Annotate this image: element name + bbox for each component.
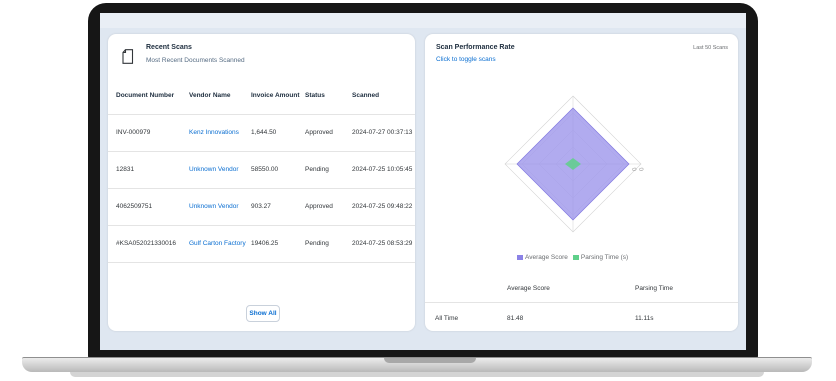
vendor-link[interactable]: Gulf Carton Factory <box>189 225 251 263</box>
legend-swatch <box>572 254 579 260</box>
legend-label: Average Score <box>525 254 568 261</box>
metric-parsing-time-value: 11.11s <box>635 315 654 322</box>
document-number-cell: INV-000979 <box>108 114 189 152</box>
top-strip <box>100 13 746 28</box>
show-all-button[interactable]: Show All <box>246 305 280 322</box>
performance-radar-chart[interactable]: 0 0 <box>498 90 648 238</box>
status-cell: Pending <box>305 151 352 189</box>
column-header-vendor-name: Vendor Name <box>189 76 251 115</box>
document-icon <box>122 49 134 64</box>
status-cell: Approved <box>305 188 352 226</box>
invoice-amount-cell: 19406.25 <box>251 225 305 263</box>
scan-performance-card: Scan Performance Rate Click to toggle sc… <box>425 34 738 331</box>
column-header-scanned: Scanned <box>352 76 415 115</box>
last-scans-tag: Last 50 Scans <box>693 45 728 51</box>
legend-label: Parsing Time (s) <box>580 254 629 261</box>
scanned-cell: 2024-07-27 00:37:13 <box>352 114 415 152</box>
metrics-divider <box>425 302 738 303</box>
column-header-invoice-amount: Invoice Amount <box>251 76 305 115</box>
table-row[interactable]: #KSA052021330016 Gulf Carton Factory 194… <box>108 225 415 263</box>
table-header-row: Document Number Vendor Name Invoice Amou… <box>108 76 415 115</box>
column-header-document-number: Document Number <box>108 76 189 115</box>
vendor-link[interactable]: Unknown Vendor <box>189 188 251 226</box>
laptop-foot <box>70 372 764 377</box>
laptop-base <box>22 357 812 372</box>
scanned-cell: 2024-07-25 08:53:29 <box>352 225 415 263</box>
scanned-cell: 2024-07-25 09:48:22 <box>352 188 415 226</box>
table-row[interactable]: 4062509751 Unknown Vendor 903.27 Approve… <box>108 188 415 226</box>
scanned-cell: 2024-07-25 10:05:45 <box>352 151 415 189</box>
invoice-amount-cell: 903.27 <box>251 188 305 226</box>
recent-scans-card: Recent Scans Most Recent Documents Scann… <box>108 34 415 331</box>
document-number-cell: 4062509751 <box>108 188 189 226</box>
table-row[interactable]: 12831 Unknown Vendor 58550.00 Pending 20… <box>108 151 415 189</box>
metric-average-score-value: 81.48 <box>507 315 524 322</box>
metric-header-average-score: Average Score <box>507 285 550 292</box>
legend-item-parsing-time[interactable]: Parsing Time (s) <box>572 254 629 261</box>
recent-scans-title: Recent Scans <box>146 44 192 51</box>
document-number-cell: #KSA052021330016 <box>108 225 189 263</box>
status-cell: Approved <box>305 114 352 152</box>
invoice-amount-cell: 58550.00 <box>251 151 305 189</box>
metric-header-parsing-time: Parsing Time <box>635 285 673 292</box>
invoice-amount-cell: 1,644.50 <box>251 114 305 152</box>
radar-scale-label: 0 <box>637 167 644 172</box>
status-cell: Pending <box>305 225 352 263</box>
table-row[interactable]: INV-000979 Kenz Innovations 1,644.50 App… <box>108 114 415 152</box>
chart-legend: Average Score Parsing Time (s) <box>517 254 628 261</box>
legend-swatch <box>517 254 523 260</box>
recent-scans-table: Document Number Vendor Name Invoice Amou… <box>108 76 415 263</box>
recent-scans-subtitle: Most Recent Documents Scanned <box>146 57 245 64</box>
laptop-bezel: Recent Scans Most Recent Documents Scann… <box>88 3 758 360</box>
vendor-link[interactable]: Kenz Innovations <box>189 114 251 152</box>
toggle-scans-link[interactable]: Click to toggle scans <box>436 56 496 63</box>
scan-performance-title: Scan Performance Rate <box>436 44 515 51</box>
metric-row-label: All Time <box>435 315 459 322</box>
column-header-status: Status <box>305 76 352 115</box>
vendor-link[interactable]: Unknown Vendor <box>189 151 251 189</box>
legend-item-average-score[interactable]: Average Score <box>517 254 568 261</box>
app-screen: Recent Scans Most Recent Documents Scann… <box>100 13 746 350</box>
laptop-notch <box>384 358 476 363</box>
document-number-cell: 12831 <box>108 151 189 189</box>
